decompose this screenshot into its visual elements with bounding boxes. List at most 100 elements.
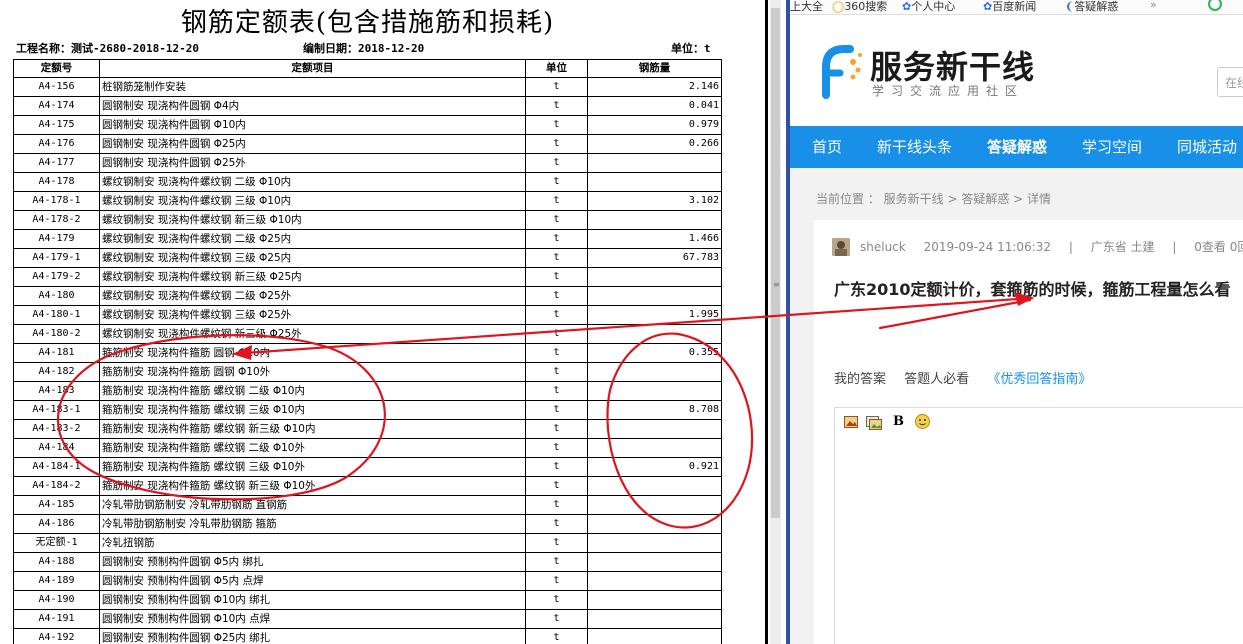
cell-quota-no: A4-177 (13, 153, 100, 173)
table-row: A4-156 桩钢筋笼制作安装 t 2.146 (13, 77, 722, 97)
cell-quota-item: 螺纹钢制安 现浇构件螺纹钢 三级 Φ25外 (99, 305, 526, 325)
table-row: A4-191 圆钢制安 预制构件圆钢 Φ10内 点焊 t (13, 609, 722, 629)
bold-icon[interactable]: B (893, 414, 904, 429)
bookmark-qa[interactable]: ❨答疑解惑 (1065, 0, 1118, 14)
grip-icon: ≡ (773, 280, 780, 289)
cell-rebar-amount (587, 495, 722, 515)
bookmark-personal-center[interactable]: ✿个人中心 (902, 0, 955, 14)
cell-rebar-amount: 1.995 (587, 305, 722, 325)
cell-quota-item: 箍筋制安 现浇构件箍筋 圆钢 Φ10外 (99, 362, 526, 382)
cell-quota-item: 螺纹钢制安 现浇构件螺纹钢 新三级 Φ10内 (99, 210, 526, 230)
cell-rebar-amount (587, 571, 722, 591)
cell-rebar-amount (587, 172, 722, 192)
cell-quota-no: A4-176 (13, 134, 100, 154)
table-row: A4-178-2 螺纹钢制安 现浇构件螺纹钢 新三级 Φ10内 t (13, 210, 722, 230)
cell-quota-no: 无定额-1 (13, 533, 100, 553)
cell-quota-no: A4-178-1 (13, 191, 100, 211)
cell-rebar-amount (587, 267, 722, 287)
table-body: A4-156 桩钢筋笼制作安装 t 2.146 A4-174 圆钢制安 现浇构件圆钢 Φ4… (13, 77, 722, 644)
post-meta: sheluck 2019-09-24 11:06:32 | 广东省 土建 | 0… (860, 238, 1243, 255)
document-title: 钢筋定额表(包含措施筋和损耗) (180, 8, 555, 38)
browser-window: 上大全 ◯360搜索 ✿个人中心 ✿百度新闻 ❨答疑解惑 » 服务新干线 学习交… (790, 0, 1243, 644)
avatar[interactable] (832, 238, 850, 256)
site-header: 服务新干线 学习交流应用社区 在线 (790, 15, 1243, 126)
emoji-icon[interactable] (915, 414, 930, 433)
bookmark-360-search[interactable]: ◯360搜索 (832, 0, 887, 14)
360-icon: ◯ (832, 0, 845, 13)
table-row: A4-181 箍筋制安 现浇构件箍筋 圆钢 Φ10内 t 0.355 (13, 343, 722, 363)
cell-quota-item: 圆钢制安 现浇构件圆钢 Φ4内 (99, 96, 526, 116)
table-row: A4-174 圆钢制安 现浇构件圆钢 Φ4内 t 0.041 (13, 96, 722, 116)
cell-quota-item: 圆钢制安 预制构件圆钢 Φ5内 绑扎 (99, 552, 526, 572)
cell-quota-no: A4-188 (13, 552, 100, 572)
nav-home[interactable]: 首页 (812, 126, 842, 168)
cell-unit: t (525, 267, 588, 287)
cell-unit: t (525, 628, 588, 644)
cell-quota-item: 圆钢制安 现浇构件圆钢 Φ25外 (99, 153, 526, 173)
unit-label: 单位：t (671, 42, 711, 55)
compile-date: 编制日期：2018-12-20 (303, 42, 425, 55)
cell-rebar-amount: 0.041 (587, 96, 722, 116)
rebar-quota-table: 定额号 定额项目 单位 钢筋量 A4-156 桩钢筋笼制作安装 t 2.146 A4-1… (13, 59, 722, 644)
nav-local-events[interactable]: 同城活动 (1177, 126, 1237, 168)
cell-quota-no: A4-183-1 (13, 400, 100, 420)
cell-quota-no: A4-156 (13, 77, 100, 97)
cell-quota-item: 螺纹钢制安 现浇构件螺纹钢 二级 Φ10内 (99, 172, 526, 192)
cell-quota-item: 圆钢制安 预制构件圆钢 Φ10内 点焊 (99, 609, 526, 629)
cell-quota-item: 箍筋制安 现浇构件箍筋 螺纹钢 新三级 Φ10外 (99, 476, 526, 496)
table-row: A4-182 箍筋制安 现浇构件箍筋 圆钢 Φ10外 t (13, 362, 722, 382)
cell-rebar-amount (587, 419, 722, 439)
search-input[interactable]: 在线 (1217, 67, 1243, 97)
nav-qa[interactable]: 答疑解惑 (987, 126, 1047, 168)
cell-unit: t (525, 609, 588, 629)
bookmarks-more[interactable]: » (1150, 0, 1157, 11)
post-stats: 0查看 0回答 (1194, 240, 1243, 254)
my-answer-label: 我的答案 (834, 372, 887, 387)
nav-study-space[interactable]: 学习空间 (1082, 126, 1142, 168)
cell-rebar-amount (587, 628, 722, 644)
breadcrumb: 当前位置 ： 服务新干线 > 答疑解惑 > 详情 (816, 192, 1051, 206)
cell-unit: t (525, 77, 588, 97)
table-row: 无定额-1 冷轧扭钢筋 t (13, 533, 722, 553)
answer-guide-link[interactable]: 《优秀回答指南》 (987, 372, 1091, 387)
cell-quota-item: 圆钢制安 预制构件圆钢 Φ10内 绑扎 (99, 590, 526, 610)
cell-unit: t (525, 552, 588, 572)
cell-quota-item: 螺纹钢制安 现浇构件螺纹钢 二级 Φ25外 (99, 286, 526, 306)
must-read-label: 答题人必看 (904, 372, 970, 387)
post-author[interactable]: sheluck (860, 240, 906, 254)
cell-rebar-amount (587, 362, 722, 382)
cell-unit: t (525, 476, 588, 496)
cell-unit: t (525, 495, 588, 515)
cell-unit: t (525, 343, 588, 363)
extension-icon[interactable] (1208, 0, 1222, 11)
image-icon[interactable] (844, 416, 858, 432)
table-row: A4-190 圆钢制安 预制构件圆钢 Φ10内 绑扎 t (13, 590, 722, 610)
cell-quota-item: 圆钢制安 预制构件圆钢 Φ25内 绑扎 (99, 628, 526, 644)
table-row: A4-188 圆钢制安 预制构件圆钢 Φ5内 绑扎 t (13, 552, 722, 572)
cell-rebar-amount (587, 153, 722, 173)
table-row: A4-179-2 螺纹钢制安 现浇构件螺纹钢 新三级 Φ25内 t (13, 267, 722, 287)
gallery-icon[interactable] (866, 416, 882, 434)
window-splitter[interactable]: ≡ (765, 0, 790, 644)
cell-quota-item: 冷轧扭钢筋 (99, 533, 526, 553)
cell-unit: t (525, 210, 588, 230)
cell-quota-item: 圆钢制安 现浇构件圆钢 Φ25内 (99, 134, 526, 154)
bookmark-daquan[interactable]: 上大全 (790, 0, 823, 14)
logo-icon[interactable] (812, 37, 862, 107)
cell-quota-item: 圆钢制安 预制构件圆钢 Φ5内 点焊 (99, 571, 526, 591)
answer-tabs: 我的答案 答题人必看 《优秀回答指南》 (834, 368, 1105, 387)
cell-quota-item: 螺纹钢制安 现浇构件螺纹钢 三级 Φ10内 (99, 191, 526, 211)
cell-quota-no: A4-175 (13, 115, 100, 135)
paw-icon: ✿ (902, 0, 912, 13)
answer-editor[interactable]: B (834, 407, 1243, 644)
cell-rebar-amount (587, 324, 722, 344)
table-row: A4-184-2 箍筋制安 现浇构件箍筋 螺纹钢 新三级 Φ10外 t (13, 476, 722, 496)
cell-unit: t (525, 400, 588, 420)
bookmark-baidu-news[interactable]: ✿百度新闻 (983, 0, 1036, 14)
cell-unit: t (525, 96, 588, 116)
scrollbar-thumb[interactable] (771, 8, 780, 518)
cell-rebar-amount (587, 590, 722, 610)
cell-quota-no: A4-190 (13, 590, 100, 610)
cell-unit: t (525, 590, 588, 610)
nav-headlines[interactable]: 新干线头条 (877, 126, 952, 168)
